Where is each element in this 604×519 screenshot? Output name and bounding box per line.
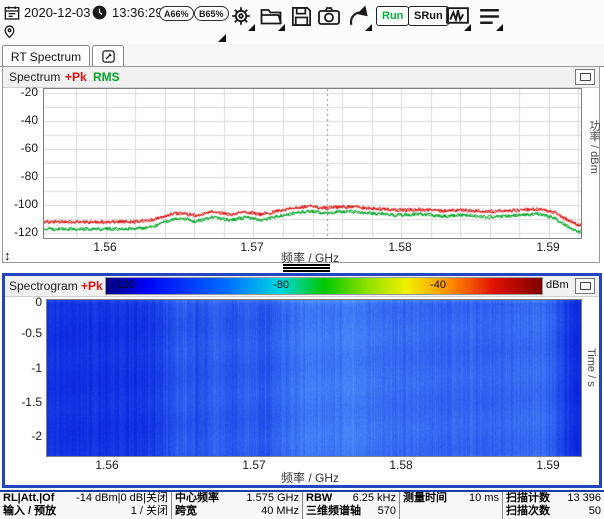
status-cell-rbw[interactable]: RBW 6.25 kHz 三维频谱轴 570 [303,492,400,519]
spectrogram-x-tick: 1.57 [242,458,265,472]
status-value: 6.25 kHz [353,492,396,505]
tab-edit-button[interactable] [92,45,124,67]
spectrum-y-tick: -20 [2,85,38,99]
spectrogram-x-tick: 1.59 [536,458,559,472]
spectrogram-maximize-button[interactable] [575,278,595,294]
status-label: 扫描计数 [506,492,550,505]
maximize-icon [580,73,591,81]
spectrogram-y-tick: -1.5 [6,395,42,409]
spectrum-x-tick: 1.57 [240,240,263,254]
status-cell-rl-att[interactable]: RL|Att.|Of -14 dBm|0 dB|关闭 输入 / 预放 1 / 关闭 [0,492,172,519]
colorbar-tick: -40 [430,279,446,291]
gps-icon [3,24,16,40]
spectrum-panel-header: Spectrum +Pk RMS [3,67,599,88]
display-preset-button[interactable] [444,3,470,29]
status-label: 三维频谱轴 [306,505,361,518]
tab-label: RT Spectrum [11,50,81,64]
open-file-button[interactable] [258,3,284,29]
spectrogram-y-tick: -1 [6,361,42,375]
status-value: -14 dBm|0 dB|关闭 [76,492,168,505]
status-label: 中心频率 [175,492,219,505]
spectrogram-panel-header: Spectrogram +Pk -120 -80 -40 dBm [5,276,599,297]
status-cell-sweep-count[interactable]: 扫描计数 13 396 扫描次数 50 [503,492,604,519]
statusarea-expand-arrow[interactable] [218,34,226,42]
spectrum-y-tick: -60 [2,141,38,155]
maximize-icon [580,282,591,290]
spectrum-y-tick: -80 [2,169,38,183]
settings-dropdown-arrow-icon [248,24,255,31]
status-label: RL|Att.|Of [3,492,54,505]
status-value: 570 [378,505,396,518]
spectrum-y-tick: -120 [2,225,38,239]
redo-button[interactable] [345,3,371,29]
spectrogram-panel-title: Spectrogram [9,279,78,293]
status-label: 测量时间 [403,492,447,505]
spectrum-y-axis-label: 功率 / dBm [586,120,602,174]
display-dropdown-arrow-icon [464,24,471,31]
autoscale-arrows-icon[interactable]: ↕ [4,248,11,263]
status-label: 输入 / 预放 [3,505,56,518]
spectrogram-plot[interactable] [46,299,582,457]
spectrum-plot[interactable] [43,88,582,239]
spectrogram-y-tick: -2 [6,429,42,443]
open-dropdown-arrow-icon [278,24,285,31]
status-value: 50 [589,505,601,518]
spectrum-x-tick: 1.56 [93,240,116,254]
calendar-icon [4,5,20,21]
run-button[interactable]: Run [376,6,409,26]
menu-button[interactable] [476,3,502,29]
spectrogram-trace-pk-label[interactable]: +Pk [81,279,103,293]
menu-dropdown-arrow-icon [496,24,503,31]
spectrogram-x-axis-label: 频率 / GHz [281,469,339,486]
tab-bar: RT Spectrum [0,44,604,67]
clock-icon [92,5,107,20]
status-label: 跨宽 [175,505,197,518]
save-button[interactable] [288,3,314,29]
edit-pencil-icon [101,49,116,64]
panel-splitter-handle[interactable] [283,264,330,272]
time-text: 13:36:29 [112,5,163,20]
tab-rt-spectrum[interactable]: RT Spectrum [2,45,90,67]
colorbar-tick: -120 [113,279,135,291]
title-bar: 2020-12-03 13:36:29 A66% B65% [0,0,604,44]
colorbar-tick: -80 [273,279,289,291]
battery-b-indicator: B65% [194,6,229,21]
status-cell-center-freq[interactable]: 中心频率 1.575 GHz 跨宽 40 MHz [172,492,303,519]
screenshot-camera-button[interactable] [316,3,342,29]
status-value: 1 / 关闭 [131,505,168,518]
status-value: 13 396 [567,492,601,505]
settings-button[interactable] [228,3,254,29]
date-text: 2020-12-03 [24,5,91,20]
spectrogram-y-axis-label: Time / s [585,348,597,387]
spectrogram-y-tick: 0 [6,295,42,309]
spectrum-maximize-button[interactable] [575,69,595,85]
colorbar-unit-label: dBm [546,279,569,291]
spectrum-x-tick: 1.59 [536,240,559,254]
status-bar: RL|Att.|Of-14 dBm|0 dB|关闭 输入 / 预放1 / 关闭 … [0,490,604,519]
status-cell-meas-time[interactable]: 测量时间 10 ms [400,492,503,519]
spectrum-trace-pk-label[interactable]: +Pk [65,70,87,84]
status-value: 40 MHz [261,505,299,518]
spectrum-y-tick: -100 [2,197,38,211]
spectrum-panel-title: Spectrum [9,70,60,84]
spectrogram-x-tick: 1.56 [95,458,118,472]
spectrum-y-tick: -40 [2,113,38,127]
single-run-button[interactable]: SRun [408,6,449,26]
status-label: RBW [306,492,332,505]
status-label: 扫描次数 [506,505,550,518]
analyzer-window: 2020-12-03 13:36:29 A66% B65% [0,0,604,519]
status-value: 10 ms [469,492,499,505]
status-value: 1.575 GHz [246,492,299,505]
spectrum-trace-rms-label[interactable]: RMS [93,70,120,84]
spectrogram-x-tick: 1.58 [389,458,412,472]
spectrogram-y-tick: -0.5 [6,326,42,340]
battery-a-indicator: A66% [159,6,194,21]
spectrum-x-tick: 1.58 [388,240,411,254]
spectrogram-colorbar[interactable]: -120 -80 -40 [105,277,543,295]
redo-dropdown-arrow-icon [365,24,372,31]
